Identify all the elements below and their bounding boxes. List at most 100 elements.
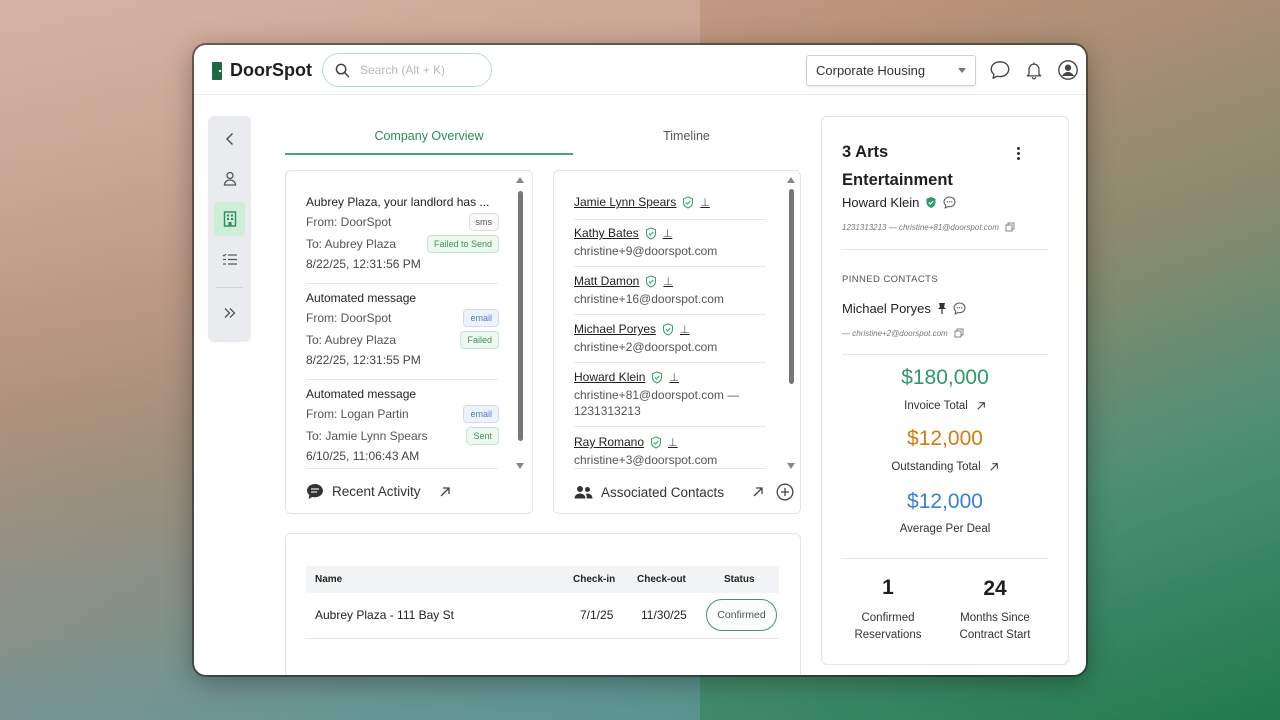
recent-activity-panel: Aubrey Plaza, your landlord has ... From…: [285, 170, 533, 514]
sidebar-item-tasks[interactable]: [214, 242, 245, 276]
primary-contact[interactable]: Howard Klein: [842, 195, 956, 210]
contact-name[interactable]: Michael Poryes: [574, 322, 656, 336]
copy-icon[interactable]: [1005, 222, 1015, 232]
scroll-up-icon: [516, 177, 524, 183]
contact-item[interactable]: Matt Damon ⊥ christine+16@doorspot.com: [574, 274, 769, 307]
scroll-down-icon: [787, 463, 795, 469]
sidebar-expand[interactable]: [214, 296, 245, 330]
pin-icon[interactable]: ⊥: [663, 227, 673, 240]
external-link-icon[interactable]: [439, 486, 451, 498]
sidebar-item-people[interactable]: [214, 161, 245, 195]
sidebar: [208, 116, 251, 342]
invoice-total-label: Invoice Total: [904, 400, 968, 412]
contact-name[interactable]: Jamie Lynn Spears: [574, 195, 676, 209]
associated-contacts-panel: Jamie Lynn Spears ⊥ Kathy Bates ⊥ christ…: [553, 170, 801, 514]
divider: [574, 468, 766, 469]
recent-activity-footer[interactable]: Recent Activity: [306, 483, 451, 500]
contact-name[interactable]: Ray Romano: [574, 435, 644, 449]
person-icon: [223, 171, 236, 186]
contact-name[interactable]: Kathy Bates: [574, 226, 639, 240]
external-link-icon[interactable]: [752, 486, 764, 498]
months-since-label: Months Since Contract Start: [959, 612, 1031, 641]
pin-icon[interactable]: [937, 302, 947, 315]
divider: [574, 219, 766, 220]
contact-item[interactable]: Michael Poryes ⊥ christine+2@doorspot.co…: [574, 322, 769, 355]
invoice-total-link[interactable]: Invoice Total: [822, 400, 1068, 412]
chat-icon[interactable]: [988, 58, 1012, 82]
divider: [842, 249, 1048, 250]
tab-company-overview[interactable]: Company Overview: [285, 129, 573, 143]
divider: [306, 283, 498, 284]
scroll-thumb[interactable]: [518, 191, 523, 441]
col-name[interactable]: Name: [315, 574, 342, 585]
divider: [574, 314, 766, 315]
search-box[interactable]: [322, 53, 492, 87]
chevron-left-icon: [225, 132, 233, 146]
contact-email: christine+9@doorspot.com: [574, 244, 718, 258]
col-check-in[interactable]: Check-in: [573, 574, 615, 585]
company-summary-panel: 3 Arts Entertainment Howard Klein 123131…: [821, 116, 1069, 665]
activity-scrollbar[interactable]: [516, 177, 524, 469]
activity-time: 6/10/25, 11:06:43 AM: [306, 449, 420, 463]
outstanding-total-label: Outstanding Total: [891, 461, 981, 473]
activity-to: To: Aubrey Plaza: [306, 237, 397, 251]
sidebar-divider: [216, 287, 243, 288]
app-name: DoorSpot: [230, 60, 312, 80]
more-options-icon[interactable]: [1017, 147, 1021, 160]
activity-item[interactable]: Aubrey Plaza, your landlord has ... From…: [306, 195, 499, 271]
chat-bubble-icon: [307, 484, 323, 499]
outstanding-total-link[interactable]: Outstanding Total: [822, 461, 1068, 473]
channel-badge: sms: [468, 213, 499, 231]
activity-to: To: Aubrey Plaza: [306, 333, 397, 347]
associated-contacts-footer[interactable]: Associated Contacts: [574, 483, 794, 501]
contact-item[interactable]: Jamie Lynn Spears ⊥: [574, 195, 769, 209]
pinned-contact[interactable]: Michael Poryes: [842, 301, 966, 316]
pin-icon[interactable]: ⊥: [668, 436, 678, 449]
contact-name[interactable]: Matt Damon: [574, 274, 639, 288]
reservation-name: Aubrey Plaza - 111 Bay St: [315, 608, 454, 622]
sidebar-item-companies[interactable]: [214, 202, 245, 236]
contact-email: christine+2@doorspot.com: [574, 340, 718, 354]
contact-name[interactable]: Howard Klein: [574, 370, 645, 384]
table-row[interactable]: Aubrey Plaza - 111 Bay St 7/1/25 11/30/2…: [306, 593, 779, 639]
contacts-scrollbar[interactable]: [787, 177, 795, 469]
pin-icon[interactable]: ⊥: [680, 323, 690, 336]
contact-phone: 1231313213: [574, 404, 641, 418]
divider: [306, 468, 498, 469]
contact-email: christine+3@doorspot.com: [574, 453, 718, 467]
message-icon[interactable]: [943, 196, 956, 209]
search-input[interactable]: [360, 63, 470, 77]
user-avatar-icon[interactable]: [1056, 58, 1080, 82]
contact-item[interactable]: Howard Klein ⊥ christine+81@doorspot.com…: [574, 370, 769, 419]
activity-item[interactable]: Automated message From: Logan Partin emai…: [306, 387, 499, 463]
org-select[interactable]: Corporate Housing: [806, 55, 976, 86]
col-status[interactable]: Status: [724, 574, 755, 585]
contact-item[interactable]: Ray Romano ⊥ christine+3@doorspot.com: [574, 435, 769, 468]
pin-icon[interactable]: ⊥: [700, 196, 710, 209]
sidebar-back[interactable]: [214, 122, 245, 156]
scroll-up-icon: [787, 177, 795, 183]
tab-timeline[interactable]: Timeline: [573, 129, 800, 143]
pin-icon[interactable]: ⊥: [663, 275, 673, 288]
contact-item[interactable]: Kathy Bates ⊥ christine+9@doorspot.com: [574, 226, 769, 259]
scroll-thumb[interactable]: [789, 189, 794, 384]
external-link-icon: [977, 402, 985, 410]
copy-icon[interactable]: [954, 328, 964, 338]
add-circle-icon[interactable]: [776, 483, 794, 501]
activity-title: Aubrey Plaza, your landlord has ...: [306, 195, 490, 209]
building-icon: [223, 211, 236, 227]
shield-check-icon: [683, 195, 694, 209]
top-bar: DoorSpot Corporate Housing: [194, 45, 1086, 95]
pin-icon[interactable]: ⊥: [669, 371, 679, 384]
activity-item[interactable]: Automated message From: DoorSpot email To…: [306, 291, 499, 367]
divider: [574, 266, 766, 267]
bell-icon[interactable]: [1022, 58, 1046, 82]
status-badge: Confirmed: [706, 599, 777, 631]
shield-check-icon: [926, 197, 936, 208]
col-check-out[interactable]: Check-out: [637, 574, 686, 585]
message-icon[interactable]: [953, 302, 966, 315]
logo[interactable]: DoorSpot: [212, 60, 312, 81]
company-name: 3 Arts Entertainment: [842, 143, 953, 189]
associated-contacts-label: Associated Contacts: [601, 484, 725, 500]
org-select-value: Corporate Housing: [816, 63, 926, 78]
